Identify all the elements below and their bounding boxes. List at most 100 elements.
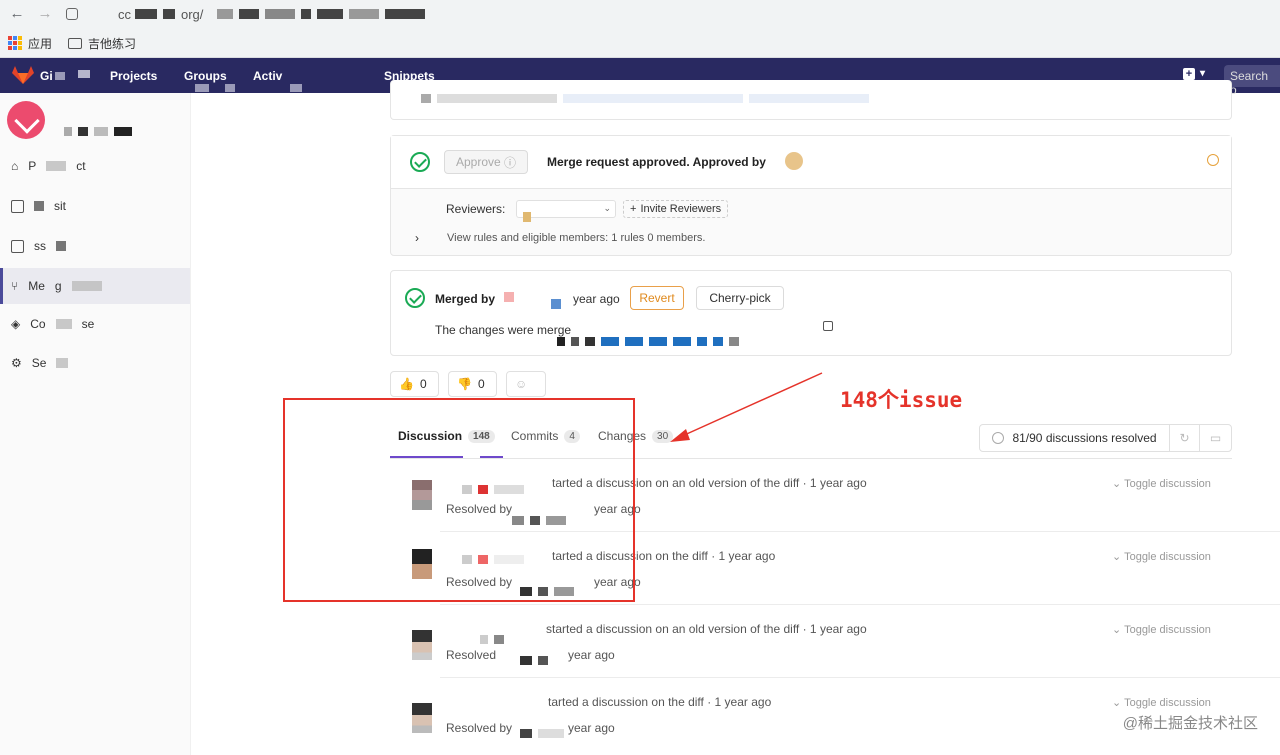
annotation-arrow-icon: [670, 372, 823, 442]
sidebar-item-settings[interactable]: ⚙ Se: [0, 345, 190, 381]
sidebar-item-ci[interactable]: ◈ Co se: [0, 306, 190, 342]
discussion-resolved-time: year ago: [568, 721, 615, 735]
bookmarks-bar: 应用 吉他练习: [0, 32, 1280, 54]
approval-header: Approve ⓘ Merge request approved. Approv…: [391, 136, 1231, 189]
sidebar-item-label: Se: [31, 356, 47, 370]
thumbs-down-icon: 👎: [457, 377, 472, 391]
bookmark-apps[interactable]: 应用: [28, 35, 52, 52]
mr-header-card: [390, 80, 1232, 120]
project-name: [64, 123, 138, 136]
revert-button[interactable]: Revert: [630, 286, 684, 310]
divider: [440, 604, 1280, 605]
comment-button[interactable]: ▭: [1200, 425, 1231, 451]
search-placeholder: Search o: [1230, 69, 1269, 97]
toggle-discussion[interactable]: ⌄ Toggle discussion: [1112, 550, 1211, 563]
discussion-resolved-time: year ago: [568, 648, 615, 662]
merger-avatar[interactable]: [504, 292, 514, 302]
divider: [440, 677, 1280, 678]
discussion-resolved: Resolved: [446, 648, 497, 662]
invite-label: Invite Reviewers: [640, 203, 722, 215]
toggle-label: Toggle discussion: [1124, 478, 1211, 490]
sidebar: ⌂ Pct sit ss ⑂ Me g ◈ Co se ⚙ Se: [0, 93, 191, 755]
gear-icon: ⚙: [11, 356, 22, 370]
new-item-icon[interactable]: +: [1183, 68, 1195, 80]
user-avatar[interactable]: [412, 703, 432, 733]
nav-activity[interactable]: Activ: [253, 69, 282, 83]
discussion-resolved: Resolved by: [446, 721, 513, 735]
smiley-icon: ☺: [515, 377, 528, 391]
copy-icon[interactable]: [823, 321, 833, 331]
merged-check-icon: [405, 288, 425, 308]
bookmark-guitar[interactable]: 吉他练习: [88, 35, 136, 52]
tab-icon: [66, 8, 78, 20]
apps-grid-icon[interactable]: [8, 36, 22, 50]
sidebar-item-label: sit: [54, 199, 66, 213]
thumbs-up-count: 0: [419, 377, 427, 391]
brand-name[interactable]: Gi: [40, 69, 53, 83]
chevron-right-icon[interactable]: ›: [415, 231, 419, 245]
sidebar-item-label: Co: [30, 317, 46, 331]
author-blur: [480, 631, 510, 644]
reviewer-avatar: [523, 212, 531, 222]
approved-check-icon: [410, 152, 430, 172]
annotation-highlight-box: [283, 398, 635, 602]
help-icon: ⓘ: [504, 155, 517, 170]
merged-by-label: Merged by: [435, 292, 496, 306]
sidebar-item-label: Me: [28, 279, 45, 293]
nav-groups[interactable]: Groups: [184, 69, 227, 83]
jump-unresolved-button[interactable]: ↻: [1170, 425, 1200, 451]
sidebar-item-repository[interactable]: sit: [0, 188, 190, 224]
nav-projects[interactable]: Projects: [110, 69, 157, 83]
thumbs-up-icon: 👍: [399, 377, 414, 391]
invite-reviewers-button[interactable]: + Invite Reviewers: [623, 200, 729, 218]
approver-avatar[interactable]: [785, 152, 803, 170]
approval-card: Approve ⓘ Merge request approved. Approv…: [390, 135, 1232, 256]
reviewers-dropdown[interactable]: ⌄: [516, 200, 616, 222]
discussion-item: started a discussion on an old version o…: [390, 606, 1232, 679]
user-avatar[interactable]: [412, 630, 432, 660]
revert-label: Revert: [639, 291, 675, 305]
gitlab-logo-icon[interactable]: [12, 66, 34, 84]
toggle-discussion[interactable]: ⌄ Toggle discussion: [1112, 623, 1211, 636]
url-prefix: cc: [118, 6, 131, 22]
thumbs-up-button[interactable]: 👍 0: [390, 371, 439, 397]
layers-icon: ◈: [11, 317, 21, 331]
resolved-count: 81/90 discussions resolved: [980, 425, 1170, 451]
rules-text: View rules and eligible members: 1 rules…: [447, 232, 706, 244]
home-icon: ⌂: [11, 159, 19, 173]
approve-button[interactable]: Approve ⓘ: [444, 150, 528, 174]
annotation-label: 148个issue: [840, 388, 963, 412]
search-input[interactable]: Search o: [1224, 65, 1280, 97]
chevron-down-icon[interactable]: ▾: [1200, 68, 1205, 79]
comment-icon: ▭: [1209, 431, 1222, 445]
plus-icon: +: [630, 203, 637, 215]
resolver-blur: [520, 652, 554, 665]
toggle-label: Toggle discussion: [1124, 551, 1211, 563]
file-icon: [11, 199, 24, 213]
project-avatar[interactable]: [7, 101, 45, 139]
help-icon[interactable]: [1207, 154, 1219, 166]
forward-icon[interactable]: →: [36, 5, 54, 22]
cherry-pick-button[interactable]: Cherry-pick: [696, 286, 784, 310]
sidebar-item-project[interactable]: ⌂ Pct: [0, 148, 190, 184]
cherry-pick-label: Cherry-pick: [709, 291, 771, 305]
toggle-discussion[interactable]: ⌄ Toggle discussion: [1112, 696, 1211, 709]
toggle-label: Toggle discussion: [1124, 697, 1211, 709]
sidebar-item-merge-requests[interactable]: ⑂ Me g: [0, 268, 190, 304]
back-icon[interactable]: ←: [8, 5, 26, 22]
sidebar-item-issues[interactable]: ss: [0, 228, 190, 264]
mr-header-blur: [421, 90, 875, 103]
check-circle-icon: [992, 432, 1005, 444]
thumbs-down-button[interactable]: 👎 0: [448, 371, 497, 397]
address-bar[interactable]: cc org/: [66, 3, 666, 25]
merge-request-icon: ⑂: [11, 279, 19, 293]
resolved-discussions-bar: 81/90 discussions resolved ↻ ▭: [979, 424, 1232, 452]
discussion-item: tarted a discussion on the diff · 1 year…: [390, 679, 1232, 752]
add-reaction-button[interactable]: ☺: [506, 371, 546, 397]
sidebar-item-label: P: [28, 159, 37, 173]
url-mid: org/: [181, 6, 204, 22]
refresh-icon: ↻: [1179, 431, 1190, 445]
toggle-discussion[interactable]: ⌄ Toggle discussion: [1112, 477, 1211, 490]
discussion-action: started a discussion on an old version o…: [546, 622, 867, 636]
chevron-down-icon: ⌄: [603, 203, 611, 213]
